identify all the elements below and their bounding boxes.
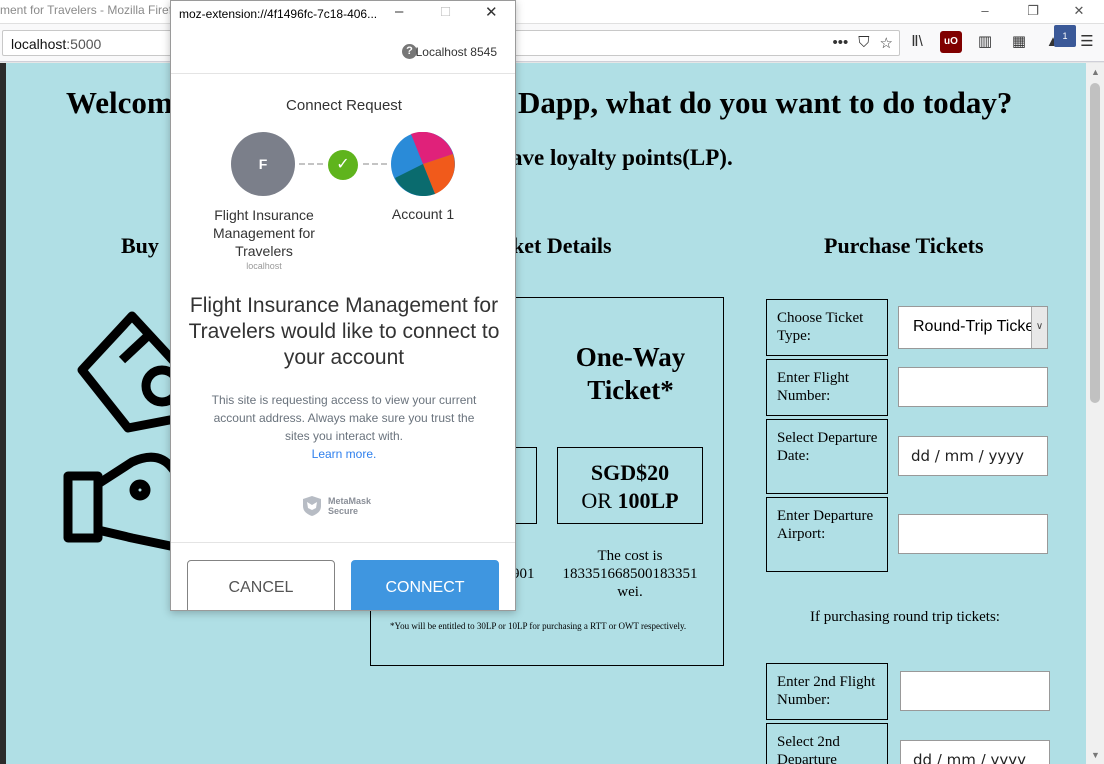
bookmark-star-icon[interactable]: ☆ (880, 34, 893, 52)
ticket-type-select[interactable]: Round-Trip Ticket ∨ (898, 306, 1048, 349)
access-message: This site is requesting access to view y… (211, 393, 477, 443)
price-lp: OR 100LP (581, 488, 679, 513)
restore-icon[interactable]: ❐ (1010, 0, 1056, 24)
metamask-secure: MetaMask Secure (302, 495, 371, 517)
popup-maximize-icon[interactable]: □ (441, 3, 450, 20)
ticket-type-label: Choose Ticket Type: (766, 299, 888, 356)
account-identicon (391, 132, 455, 196)
departure-date-2-label: Select 2nd Departure (766, 723, 888, 764)
scroll-thumb[interactable] (1090, 83, 1100, 403)
check-icon: ✓ (328, 150, 358, 180)
popup-close-icon[interactable]: ✕ (485, 3, 498, 21)
minimize-icon[interactable]: – (962, 0, 1008, 24)
window-title: ment for Travelers - Mozilla Firefox (0, 3, 185, 17)
metamask-connect-popup: moz-extension://4f1496fc-7c18-406... – □… (170, 0, 516, 611)
departure-airport-input[interactable] (898, 514, 1048, 554)
chevron-down-icon[interactable]: ∨ (1031, 307, 1047, 348)
flight-number-input[interactable] (898, 367, 1048, 407)
connector-dash-right (363, 163, 387, 165)
footnote: *You will be entitled to 30LP or 10LP fo… (390, 621, 687, 631)
money-hand-icon (63, 311, 182, 553)
library-icon[interactable]: Ⅱ\ (906, 31, 928, 53)
window-titlebar: ment for Travelers - Mozilla Firefox – ❐… (0, 0, 1104, 24)
learn-more-link[interactable]: Learn more. (171, 447, 515, 461)
browser-toolbar: localhost:5000 ••• ⛉ ☆ Ⅱ\ uO ▥ ▦ ▲ 1 ☰ (0, 24, 1104, 62)
flight-number-label: Enter Flight Number: (766, 359, 888, 416)
popup-title: moz-extension://4f1496fc-7c18-406... (179, 7, 378, 21)
details-column-title: ket Details (512, 233, 612, 258)
popup-footer: CANCEL CONNECT (171, 542, 515, 610)
account-name: Account 1 (391, 206, 455, 222)
departure-date-2-input[interactable]: dd / mm / yyyy (900, 740, 1050, 764)
dapp-page: Welcom Dapp, what do you want to do toda… (6, 63, 1086, 764)
connect-button[interactable]: CONNECT (351, 560, 499, 610)
scroll-up-icon[interactable]: ▲ (1091, 67, 1100, 77)
metamask-fox-icon[interactable]: ▲ 1 (1042, 25, 1076, 53)
departure-date-label: Select Departure Date: (766, 419, 888, 494)
notification-badge: 1 (1054, 25, 1076, 47)
extensions-icon[interactable]: ▦ (1008, 31, 1030, 53)
connector-dash-left (299, 163, 323, 165)
site-avatar: F (231, 132, 295, 196)
scroll-down-icon[interactable]: ▼ (1091, 750, 1100, 760)
cancel-button[interactable]: CANCEL (187, 560, 335, 610)
network-header: ? Localhost 8545 (171, 31, 515, 74)
reader-icon[interactable]: ▥ (974, 31, 996, 53)
buy-column-title: Buy (121, 233, 159, 258)
site-name: Flight Insurance Management for Traveler… (213, 207, 315, 259)
departure-date-input[interactable]: dd / mm / yyyy (898, 436, 1048, 476)
owt-price-box: SGD$20 OR 100LP (557, 447, 703, 524)
page-heading: Welcom Dapp, what do you want to do toda… (66, 85, 1013, 120)
site-host: localhost (246, 261, 282, 271)
owt-cost: The cost is 183351668500183351 wei. (562, 548, 698, 600)
url-text: localhost:5000 (11, 36, 102, 52)
connect-message: Flight Insurance Management for Traveler… (188, 294, 500, 369)
page-subheading: ave loyalty points(LP). (511, 145, 733, 170)
menu-icon[interactable]: ☰ (1076, 31, 1098, 53)
flight-number-2-input[interactable] (900, 671, 1050, 711)
ticket-title: One-Way Ticket* (575, 342, 686, 405)
round-trip-note: If purchasing round trip tickets: (810, 609, 1000, 625)
pocket-icon[interactable]: ⛉ (858, 34, 869, 52)
close-window-icon[interactable]: ✕ (1056, 0, 1102, 24)
connect-request-heading: Connect Request (286, 97, 402, 114)
purchase-column-title: Purchase Tickets (824, 233, 984, 258)
departure-airport-label: Enter Departure Airport: (766, 497, 888, 572)
ublock-icon[interactable]: uO (940, 31, 962, 53)
page-scrollbar[interactable]: ▲ ▼ (1086, 63, 1104, 764)
price-sgd: SGD$20 (590, 460, 670, 485)
shield-icon (303, 496, 321, 516)
flight-number-2-label: Enter 2nd Flight Number: (766, 663, 888, 720)
page-actions-icon[interactable]: ••• (833, 34, 849, 52)
popup-minimize-icon[interactable]: – (395, 3, 403, 20)
network-name: Localhost 8545 (415, 45, 497, 59)
